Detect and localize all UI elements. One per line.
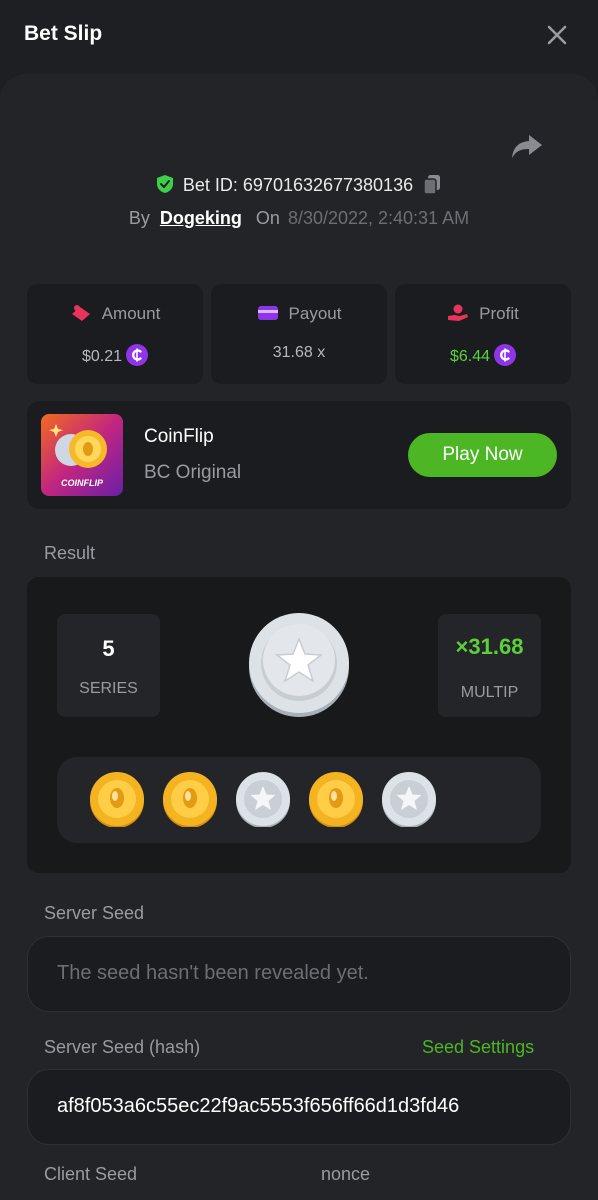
flip-history <box>57 757 541 843</box>
server-seed-hash-label: Server Seed (hash) <box>44 1037 201 1057</box>
share-icon[interactable] <box>510 131 544 161</box>
by-label: By <box>128 208 150 228</box>
coinflip-game-thumbnail[interactable]: COINFLIP <box>41 414 123 496</box>
game-name: CoinFlip <box>144 426 214 447</box>
gold-coin-icon <box>163 772 217 827</box>
amount-icon <box>71 305 90 321</box>
gold-coin-icon <box>90 772 144 827</box>
server-seed-hash-value: af8f053a6c55ec22f9ac5553f656ff66d1d3fd46 <box>57 1095 460 1117</box>
amount-label: Amount <box>101 304 161 323</box>
multiplier-value: ×31.68 <box>455 634 524 659</box>
payout-label: Payout <box>288 304 342 323</box>
username-link[interactable]: Dogeking <box>160 208 242 228</box>
seed-settings-link[interactable]: Seed Settings <box>422 1037 534 1058</box>
amount-value: $0.21 <box>81 348 123 365</box>
payout-value: 31.68 x <box>272 344 326 361</box>
game-subtitle: BC Original <box>144 462 242 483</box>
game-card: COINFLIP CoinFlip BC Original Play Now <box>27 401 571 509</box>
close-icon[interactable] <box>544 22 570 48</box>
gold-coin-icon <box>309 772 363 827</box>
bet-date: 8/30/2022, 2:40:31 AM <box>287 208 470 228</box>
bet-author-row: By Dogeking On 8/30/2022, 2:40:31 AM <box>0 208 598 236</box>
series-value: 5 <box>102 636 115 661</box>
silver-coin-icon <box>236 772 290 827</box>
currency-coin-icon <box>126 344 149 366</box>
nonce-label: nonce <box>321 1164 371 1184</box>
profit-card: Profit $6.44 <box>395 284 571 384</box>
header-bar: Bet Slip <box>0 0 598 72</box>
on-label: On <box>255 208 280 228</box>
silver-coin-icon <box>382 772 436 827</box>
bet-id: Bet ID: 69701632677380136 <box>182 175 414 195</box>
profit-label: Profit <box>479 304 519 323</box>
currency-coin-icon <box>494 344 517 366</box>
amount-card: Amount $0.21 <box>27 284 203 384</box>
bet-id-row: Bet ID: 69701632677380136 <box>0 173 598 199</box>
result-label: Result <box>44 543 96 563</box>
series-label: SERIES <box>79 680 138 697</box>
series-box: 5 SERIES <box>57 614 160 717</box>
silver-coin-icon <box>249 613 349 717</box>
copy-icon[interactable] <box>421 173 443 195</box>
thumbnail-title: COINFLIP <box>61 478 104 488</box>
result-panel: 5 SERIES ×31.68 MULTIP <box>27 577 571 873</box>
multiplier-box: ×31.68 MULTIP <box>438 614 541 717</box>
payout-card-icon <box>257 306 278 320</box>
page-title: Bet Slip <box>24 22 103 45</box>
profit-hand-icon <box>448 304 469 321</box>
client-seed-label: Client Seed <box>44 1164 138 1184</box>
multiplier-label: MULTIP <box>460 684 519 701</box>
server-seed-label: Server Seed <box>44 903 145 923</box>
profit-value: $6.44 <box>449 348 491 365</box>
play-now-button[interactable]: Play Now <box>408 433 557 477</box>
payout-card: Payout 31.68 x <box>211 284 387 384</box>
shield-check-icon <box>156 175 173 193</box>
server-seed-placeholder: The seed hasn't been revealed yet. <box>57 962 369 984</box>
server-seed-hash-field[interactable]: af8f053a6c55ec22f9ac5553f656ff66d1d3fd46 <box>27 1069 571 1145</box>
server-seed-field[interactable]: The seed hasn't been revealed yet. <box>27 936 571 1012</box>
